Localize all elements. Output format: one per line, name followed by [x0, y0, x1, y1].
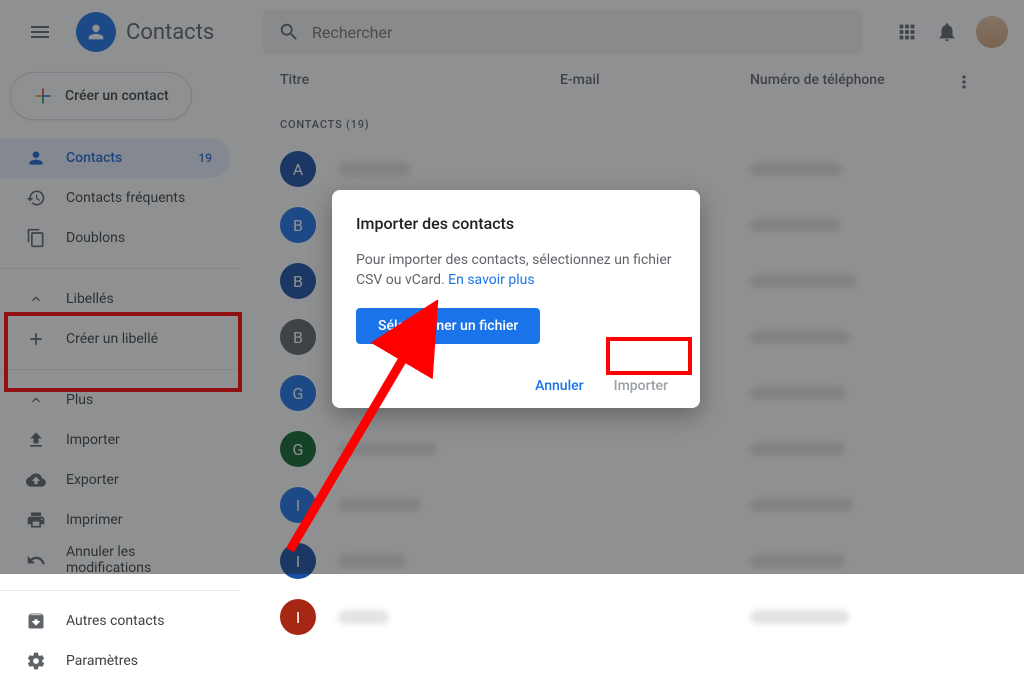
dialog-title: Importer des contacts	[356, 214, 676, 233]
learn-more-link[interactable]: En savoir plus	[448, 272, 534, 288]
gear-icon	[26, 651, 46, 671]
sidebar-label: Paramètres	[66, 653, 138, 669]
cancel-button[interactable]: Annuler	[535, 378, 584, 394]
import-button[interactable]: Importer	[614, 378, 668, 394]
sidebar-item-other-contacts[interactable]: Autres contacts	[0, 601, 230, 641]
contact-row[interactable]: I	[268, 589, 996, 645]
sidebar-label: Autres contacts	[66, 613, 164, 629]
sidebar-item-settings[interactable]: Paramètres	[0, 641, 230, 681]
dialog-actions: Annuler Importer	[356, 378, 676, 394]
contact-avatar: I	[280, 599, 316, 635]
archive-icon	[26, 611, 46, 631]
contact-phone-blurred	[750, 610, 849, 624]
select-file-button[interactable]: Sélectionner un fichier	[356, 308, 540, 344]
import-dialog: Importer des contacts Pour importer des …	[332, 190, 700, 408]
dialog-body: Pour importer des contacts, sélectionnez…	[356, 251, 676, 290]
contact-name-blurred	[338, 610, 389, 624]
